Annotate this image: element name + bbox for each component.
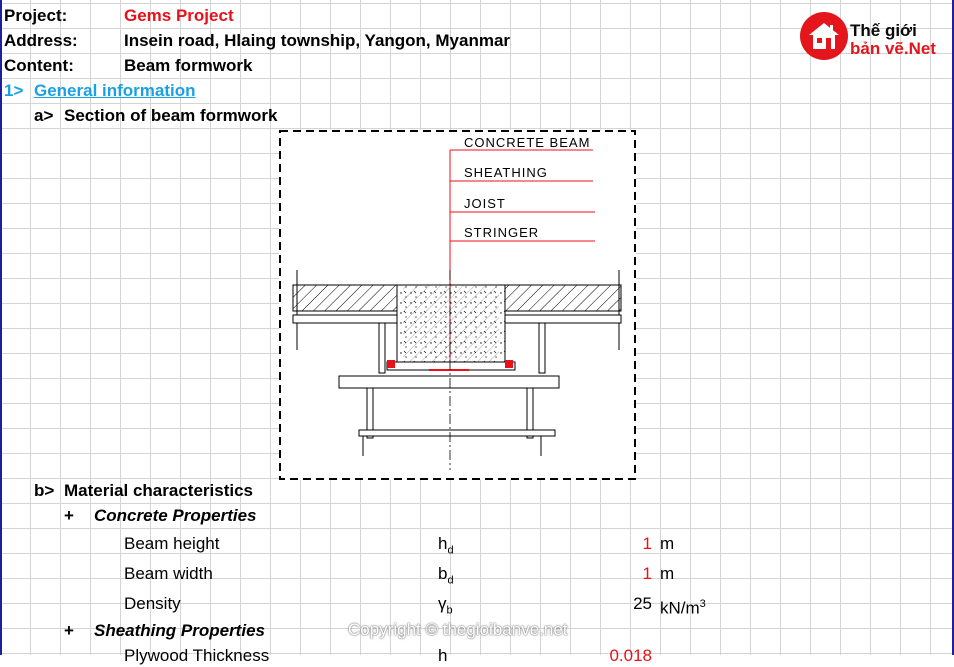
label-concrete-beam: CONCRETE BEAM (464, 135, 590, 150)
brand-logo: Thế giới bản vẽ.Net (800, 12, 950, 62)
project-value[interactable]: Gems Project (124, 5, 234, 27)
logo-text-line1: Thế giới (850, 21, 917, 40)
project-label[interactable]: Project: (4, 5, 67, 27)
beam-formwork-drawing[interactable]: CONCRETE BEAM SHEATHING JOIST STRINGER (279, 130, 636, 480)
beam-width-value[interactable]: 1 (560, 563, 652, 585)
beam-width-unit[interactable]: m (660, 563, 674, 585)
plywood-thickness-symbol[interactable]: h (438, 645, 447, 667)
logo-text-line2: bản vẽ.Net (850, 39, 936, 58)
beam-width-symbol[interactable]: bd (438, 563, 454, 591)
plywood-thickness-value[interactable]: 0.018 (560, 645, 652, 667)
beam-height-label[interactable]: Beam height (124, 533, 219, 555)
material-characteristics-title[interactable]: Material characteristics (64, 480, 253, 502)
house-icon (800, 12, 848, 60)
density-value[interactable]: 25 (560, 593, 652, 615)
concrete-marker: + (64, 506, 74, 525)
plywood-thickness-label[interactable]: Plywood Thickness (124, 645, 269, 667)
content-value[interactable]: Beam formwork (124, 55, 252, 77)
label-stringer: STRINGER (464, 225, 539, 240)
section-number: 1> (4, 81, 24, 100)
content-label[interactable]: Content: (4, 55, 74, 77)
density-symbol[interactable]: γb (438, 593, 453, 621)
beam-width-label[interactable]: Beam width (124, 563, 213, 585)
density-unit[interactable]: kN/m3 (660, 593, 706, 620)
concrete-properties-title[interactable]: Concrete Properties (94, 505, 257, 527)
beam-height-value[interactable]: 1 (560, 533, 652, 555)
address-label[interactable]: Address: (4, 30, 78, 52)
beam-height-unit[interactable]: m (660, 533, 674, 555)
beam-height-symbol[interactable]: hd (438, 533, 454, 561)
general-information-link[interactable]: General information (34, 80, 196, 102)
density-label[interactable]: Density (124, 593, 181, 615)
sub-a-marker: a> (34, 106, 54, 125)
window-border-left (0, 0, 2, 655)
address-value[interactable]: Insein road, Hlaing township, Yangon, My… (124, 30, 510, 52)
sub-b-marker: b> (34, 481, 55, 500)
label-joist: JOIST (464, 196, 506, 211)
section-drawing-title[interactable]: Section of beam formwork (64, 105, 277, 127)
label-sheathing: SHEATHING (464, 165, 548, 180)
sheathing-properties-title[interactable]: Sheathing Properties (94, 620, 265, 642)
sheathing-marker: + (64, 621, 74, 640)
copyright-watermark: Copyright © thegioibanve.net (348, 620, 568, 639)
